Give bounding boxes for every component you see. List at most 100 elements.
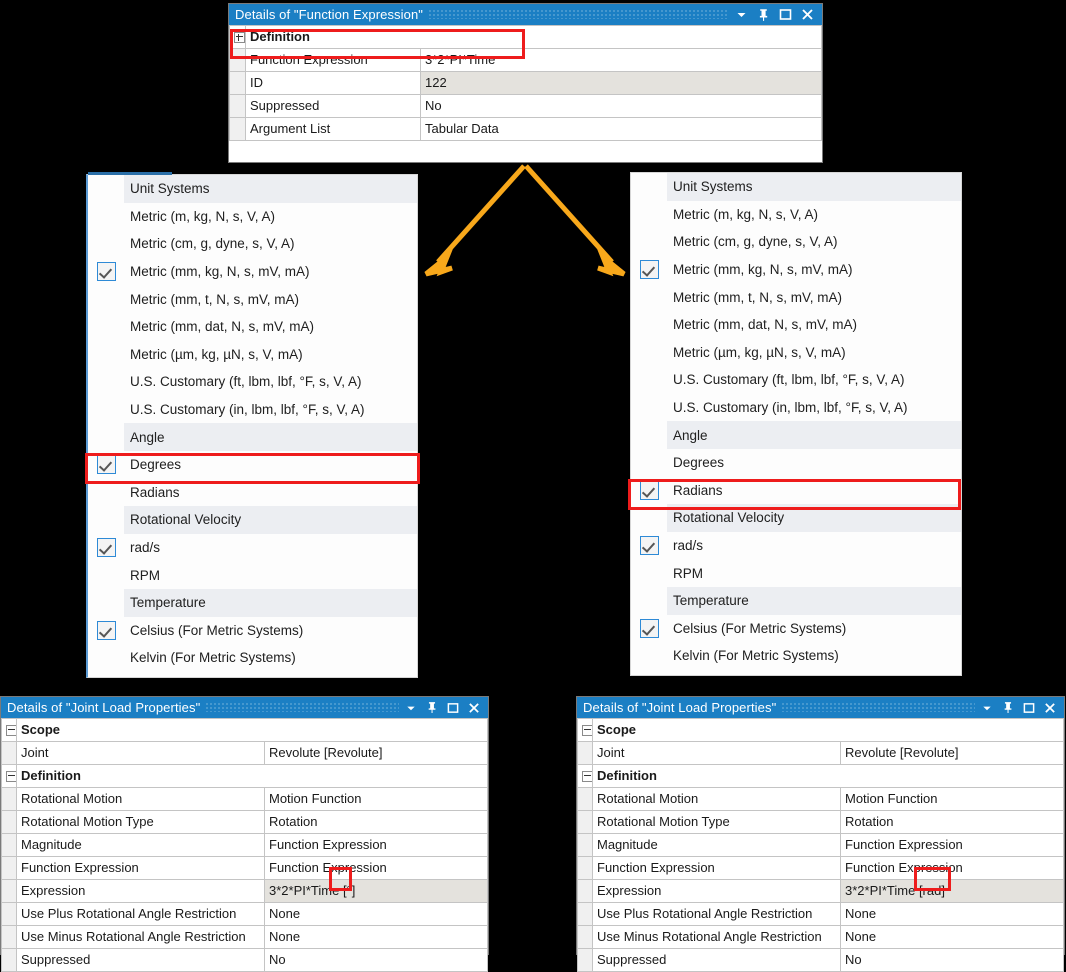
menu-item[interactable]: rad/s — [88, 534, 417, 562]
chevron-down-icon[interactable] — [981, 702, 993, 714]
row-value[interactable]: Function Expression — [264, 833, 488, 857]
checkmark-icon[interactable] — [96, 538, 116, 558]
row-value[interactable]: Function Expression — [264, 856, 488, 880]
table-row[interactable]: Rotational Motion Motion Function — [1, 787, 488, 811]
row-expander-cell[interactable] — [577, 764, 593, 788]
table-row[interactable]: Suppressed No — [229, 94, 822, 118]
row-value[interactable]: None — [840, 925, 1064, 949]
table-row[interactable]: Rotational Motion Type Rotation — [1, 810, 488, 834]
table-row[interactable]: Magnitude Function Expression — [1, 833, 488, 857]
row-value[interactable]: Motion Function — [840, 787, 1064, 811]
menu-item[interactable]: rad/s — [631, 532, 961, 560]
table-row[interactable]: ID 122 — [229, 71, 822, 95]
row-value[interactable]: Rotation — [264, 810, 488, 834]
menu-item[interactable]: Metric (mm, kg, N, s, mV, mA) — [88, 258, 417, 286]
row-value[interactable]: None — [840, 902, 1064, 926]
row-value[interactable]: Motion Function — [264, 787, 488, 811]
row-value[interactable]: No — [264, 948, 488, 972]
menu-item-checkbox-cell[interactable] — [631, 532, 667, 560]
table-row[interactable]: Expression 3*2*PI*Time [rad] — [577, 879, 1064, 903]
menu-item[interactable]: Kelvin (For Metric Systems) — [631, 642, 961, 670]
close-icon[interactable] — [468, 702, 480, 714]
chevron-down-icon[interactable] — [735, 8, 748, 21]
row-value[interactable]: Function Expression — [840, 833, 1064, 857]
table-row[interactable]: Definition — [577, 764, 1064, 788]
menu-item[interactable]: Metric (mm, t, N, s, mV, mA) — [631, 283, 961, 311]
row-value[interactable]: Tabular Data — [420, 117, 822, 141]
menu-item-checkbox-cell[interactable] — [631, 477, 667, 505]
table-row[interactable]: Suppressed No — [1, 948, 488, 972]
row-expander-cell[interactable] — [229, 25, 246, 49]
table-row[interactable]: Use Minus Rotational Angle Restriction No… — [577, 925, 1064, 949]
menu-item-checkbox-cell[interactable] — [631, 615, 667, 643]
checkmark-icon[interactable] — [639, 618, 659, 638]
table-row[interactable]: Expression 3*2*PI*Time [°] — [1, 879, 488, 903]
panel-titlebar[interactable]: Details of "Joint Load Properties" — [577, 697, 1064, 718]
menu-item[interactable]: Metric (cm, g, dyne, s, V, A) — [88, 230, 417, 258]
row-expander-cell[interactable] — [1, 764, 17, 788]
table-row[interactable]: Function Expression Function Expression — [577, 856, 1064, 880]
pin-icon[interactable] — [426, 701, 438, 714]
table-row[interactable]: Function Expression 3*2*PI*Time — [229, 48, 822, 72]
pin-icon[interactable] — [757, 8, 770, 22]
menu-item[interactable]: Kelvin (For Metric Systems) — [88, 644, 417, 672]
menu-item[interactable]: Celsius (For Metric Systems) — [88, 617, 417, 645]
menu-item[interactable]: RPM — [631, 559, 961, 587]
menu-item-checkbox-cell[interactable] — [88, 534, 124, 562]
table-row[interactable]: Scope — [577, 718, 1064, 742]
row-value[interactable]: Function Expression — [840, 856, 1064, 880]
menu-item[interactable]: Metric (mm, kg, N, s, mV, mA) — [631, 256, 961, 284]
menu-item[interactable]: U.S. Customary (in, lbm, lbf, °F, s, V, … — [88, 396, 417, 424]
menu-item[interactable]: Degrees — [631, 449, 961, 477]
close-icon[interactable] — [801, 8, 814, 21]
collapse-minus-icon[interactable] — [6, 771, 16, 783]
left-unit-systems-menu[interactable]: Unit Systems Metric (m, kg, N, s, V, A) Me… — [86, 172, 418, 678]
checkmark-icon[interactable] — [96, 262, 116, 282]
menu-item-checkbox-cell[interactable] — [88, 617, 124, 645]
menu-item[interactable]: Metric (µm, kg, µN, s, V, mA) — [88, 341, 417, 369]
row-value[interactable]: Revolute [Revolute] — [264, 741, 488, 765]
table-row[interactable]: Definition — [1, 764, 488, 788]
menu-item[interactable]: Metric (µm, kg, µN, s, V, mA) — [631, 339, 961, 367]
menu-item[interactable]: Metric (mm, dat, N, s, mV, mA) — [631, 311, 961, 339]
checkmark-icon[interactable] — [639, 480, 659, 500]
maximize-icon[interactable] — [779, 8, 792, 21]
right-unit-systems-menu[interactable]: Unit Systems Metric (m, kg, N, s, V, A) Me… — [630, 172, 962, 676]
menu-item[interactable]: Metric (mm, t, N, s, mV, mA) — [88, 285, 417, 313]
menu-item-checkbox-cell[interactable] — [88, 451, 124, 479]
table-row[interactable]: Use Plus Rotational Angle Restriction Non… — [1, 902, 488, 926]
row-value[interactable]: None — [264, 925, 488, 949]
table-row[interactable]: Use Minus Rotational Angle Restriction No… — [1, 925, 488, 949]
panel-titlebar[interactable]: Details of "Joint Load Properties" — [1, 697, 488, 718]
table-row[interactable]: Rotational Motion Motion Function — [577, 787, 1064, 811]
menu-item[interactable]: Radians — [88, 479, 417, 507]
table-row[interactable]: Rotational Motion Type Rotation — [577, 810, 1064, 834]
menu-item[interactable]: Metric (mm, dat, N, s, mV, mA) — [88, 313, 417, 341]
maximize-icon[interactable] — [447, 702, 459, 714]
maximize-icon[interactable] — [1023, 702, 1035, 714]
menu-item[interactable]: Celsius (For Metric Systems) — [631, 615, 961, 643]
row-value[interactable]: 3*2*PI*Time — [420, 48, 822, 72]
row-expander-cell[interactable] — [577, 718, 593, 742]
table-row[interactable]: Scope — [1, 718, 488, 742]
menu-item[interactable]: Metric (cm, g, dyne, s, V, A) — [631, 228, 961, 256]
menu-item-checkbox-cell[interactable] — [88, 258, 124, 286]
menu-item[interactable]: RPM — [88, 561, 417, 589]
expand-plus-icon[interactable] — [234, 32, 245, 44]
table-row[interactable]: Function Expression Function Expression — [1, 856, 488, 880]
menu-item[interactable]: U.S. Customary (ft, lbm, lbf, °F, s, V, … — [631, 366, 961, 394]
row-value[interactable]: None — [264, 902, 488, 926]
collapse-minus-icon[interactable] — [6, 725, 16, 737]
row-value[interactable]: Revolute [Revolute] — [840, 741, 1064, 765]
table-row[interactable]: Magnitude Function Expression — [577, 833, 1064, 857]
menu-item[interactable]: Metric (m, kg, N, s, V, A) — [88, 203, 417, 231]
menu-item[interactable]: Metric (m, kg, N, s, V, A) — [631, 201, 961, 229]
menu-item[interactable]: U.S. Customary (ft, lbm, lbf, °F, s, V, … — [88, 368, 417, 396]
row-value[interactable]: No — [840, 948, 1064, 972]
panel-titlebar[interactable]: Details of "Function Expression" — [229, 4, 822, 25]
collapse-minus-icon[interactable] — [582, 771, 592, 783]
table-row[interactable]: Argument List Tabular Data — [229, 117, 822, 141]
close-icon[interactable] — [1044, 702, 1056, 714]
table-row[interactable]: Use Plus Rotational Angle Restriction Non… — [577, 902, 1064, 926]
row-expander-cell[interactable] — [1, 718, 17, 742]
